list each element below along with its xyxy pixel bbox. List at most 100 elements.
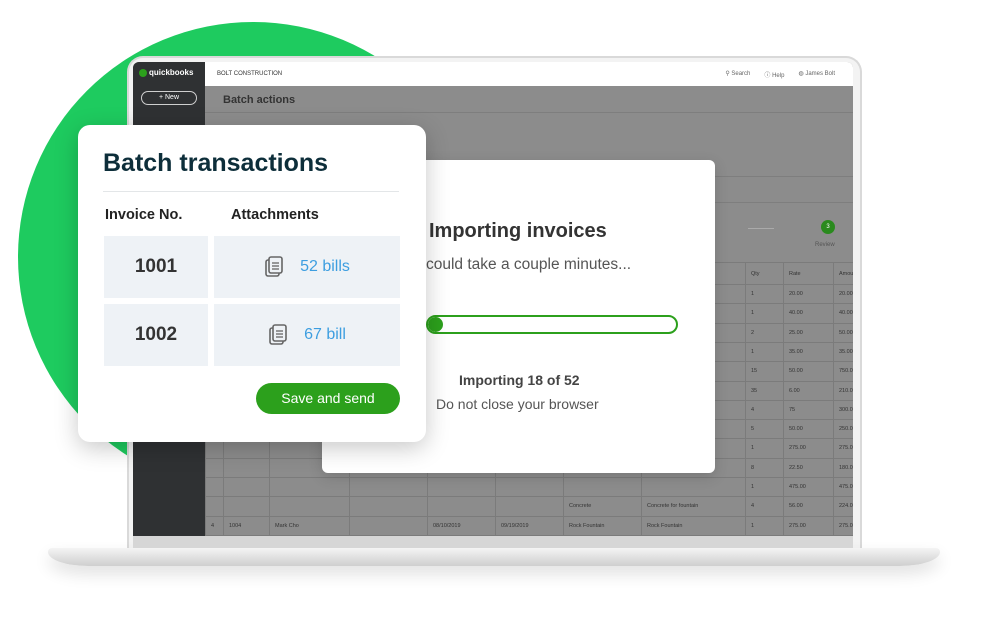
- column-header: Amount: [833, 263, 853, 285]
- table-cell-qty: 1: [745, 304, 783, 324]
- table-cell-rate: 275.00: [783, 516, 833, 536]
- save-and-send-button[interactable]: Save and send: [256, 383, 400, 414]
- table-cell-product: Concrete: [563, 497, 641, 517]
- quickbooks-logo: quickbooks: [139, 68, 193, 77]
- table-cell-due: [495, 478, 563, 497]
- quickbooks-logo-icon: [139, 68, 147, 77]
- help-link[interactable]: ⓘ Help: [764, 70, 784, 79]
- laptop-base: [48, 548, 940, 566]
- table-cell-amount: 250.00: [833, 420, 853, 440]
- column-header-attachments: Attachments: [231, 207, 319, 223]
- screen-bottom-bezel: [133, 536, 853, 548]
- table-cell-qty: 15: [745, 362, 783, 382]
- table-cell-rate: 50.00: [783, 420, 833, 440]
- document-stack-icon: [265, 256, 283, 277]
- table-cell-blank: [349, 497, 427, 517]
- column-header-invoice: Invoice No.: [105, 207, 183, 223]
- table-cell-qty: 2: [745, 323, 783, 343]
- table-cell-rate: 50.00: [783, 362, 833, 382]
- table-cell-amount: 40.00: [833, 304, 853, 324]
- search-label: Search: [731, 70, 751, 77]
- table-cell-rate: 20.00: [783, 285, 833, 304]
- table-cell-idx: [205, 497, 223, 517]
- invoice-cell: 1002: [104, 304, 208, 366]
- table-cell-amount: 275.00: [833, 439, 853, 459]
- table-cell-qty: 1: [745, 439, 783, 459]
- table-cell-product: Rock Fountain: [563, 516, 641, 536]
- attachment-cell: 67 bill: [214, 304, 400, 366]
- help-label: Help: [772, 72, 785, 79]
- table-cell-cust: [269, 497, 349, 517]
- table-cell-desc: [641, 478, 745, 497]
- invoice-number: 1001: [134, 256, 178, 277]
- table-cell-amount: 750.00: [833, 362, 853, 382]
- table-cell-rate: 25.00: [783, 323, 833, 343]
- table-cell-amount: 224.00: [833, 497, 853, 517]
- company-name: BOLT CONSTRUCTION: [217, 71, 283, 77]
- table-cell-qty: 35: [745, 381, 783, 401]
- user-name: James Bolt: [805, 70, 835, 77]
- table-cell-rate: 275.00: [783, 439, 833, 459]
- table-cell-amount: 275.00: [833, 516, 853, 536]
- table-cell-date: [427, 478, 495, 497]
- table-cell-rate: 475.00: [783, 478, 833, 497]
- invoice-cell: 1001: [104, 236, 208, 298]
- table-cell-amount: 180.00: [833, 458, 853, 478]
- stepper-label: Review: [815, 242, 835, 248]
- divider: [103, 191, 399, 192]
- table-cell-rate: 40.00: [783, 304, 833, 324]
- table-cell-qty: 4: [745, 497, 783, 517]
- table-cell-amount: 50.00: [833, 323, 853, 343]
- import-warning: Do not close your browser: [436, 396, 599, 412]
- table-row: 4 1004 Mark Cho 08/10/2019 09/19/2019 Rock Fo…: [205, 515, 853, 536]
- table-cell-qty: 1: [745, 285, 783, 304]
- import-title: Importing invoices: [429, 220, 607, 242]
- table-cell-blank: [349, 478, 427, 497]
- stepper-step[interactable]: 3: [821, 220, 835, 234]
- divider: [205, 112, 853, 113]
- table-cell-num: 1004: [223, 516, 269, 536]
- new-button[interactable]: + New: [141, 91, 197, 105]
- document-stack-icon: [269, 324, 287, 345]
- page-title: Batch actions: [223, 94, 296, 106]
- table-cell-amount: 475.00: [833, 478, 853, 497]
- table-cell-idx: 4: [205, 516, 223, 536]
- table-cell-rate: 22.50: [783, 458, 833, 478]
- search-link[interactable]: ⚲ Search: [725, 70, 750, 79]
- stepper-line: [748, 228, 774, 229]
- table-cell-desc: Rock Fountain: [641, 516, 745, 536]
- table-cell-qty: 1: [745, 342, 783, 362]
- table-cell-idx: [205, 439, 223, 459]
- table-row: Concrete Concrete for fountain 4 56.00 224.0…: [205, 496, 853, 517]
- table-cell-qty: 5: [745, 420, 783, 440]
- top-bar: BOLT CONSTRUCTION ⚲ Search ⓘ Help ◍ Jame…: [205, 62, 853, 86]
- table-cell-qty: 1: [745, 516, 783, 536]
- table-cell-num: [223, 458, 269, 478]
- import-progress-bar: [426, 315, 678, 334]
- table-cell-qty: 4: [745, 400, 783, 420]
- import-count: Importing 18 of 52: [459, 372, 580, 388]
- table-cell-num: [223, 478, 269, 497]
- table-cell-amount: 35.00: [833, 342, 853, 362]
- table-cell-date: [427, 497, 495, 517]
- table-cell-cust: Mark Cho: [269, 516, 349, 536]
- user-menu[interactable]: ◍ James Bolt: [798, 70, 835, 79]
- table-cell-desc: Concrete for fountain: [641, 497, 745, 517]
- table-cell-num: [223, 439, 269, 459]
- table-cell-cust: [269, 478, 349, 497]
- table-cell-product: [563, 478, 641, 497]
- table-cell-amount: 20.00: [833, 285, 853, 304]
- table-cell-rate: 35.00: [783, 342, 833, 362]
- import-progress-fill: [428, 317, 443, 332]
- attachment-link[interactable]: 67 bill: [304, 326, 346, 344]
- table-cell-blank: [349, 516, 427, 536]
- table-cell-due: 09/19/2019: [495, 516, 563, 536]
- table-cell-qty: 1: [745, 478, 783, 497]
- table-cell-due: [495, 497, 563, 517]
- help-icon: ⓘ: [764, 72, 773, 79]
- table-cell-rate: 56.00: [783, 497, 833, 517]
- table-cell-idx: [205, 458, 223, 478]
- table-cell-idx: [205, 478, 223, 497]
- logo-text: quickbooks: [149, 68, 194, 77]
- attachment-link[interactable]: 52 bills: [300, 258, 350, 276]
